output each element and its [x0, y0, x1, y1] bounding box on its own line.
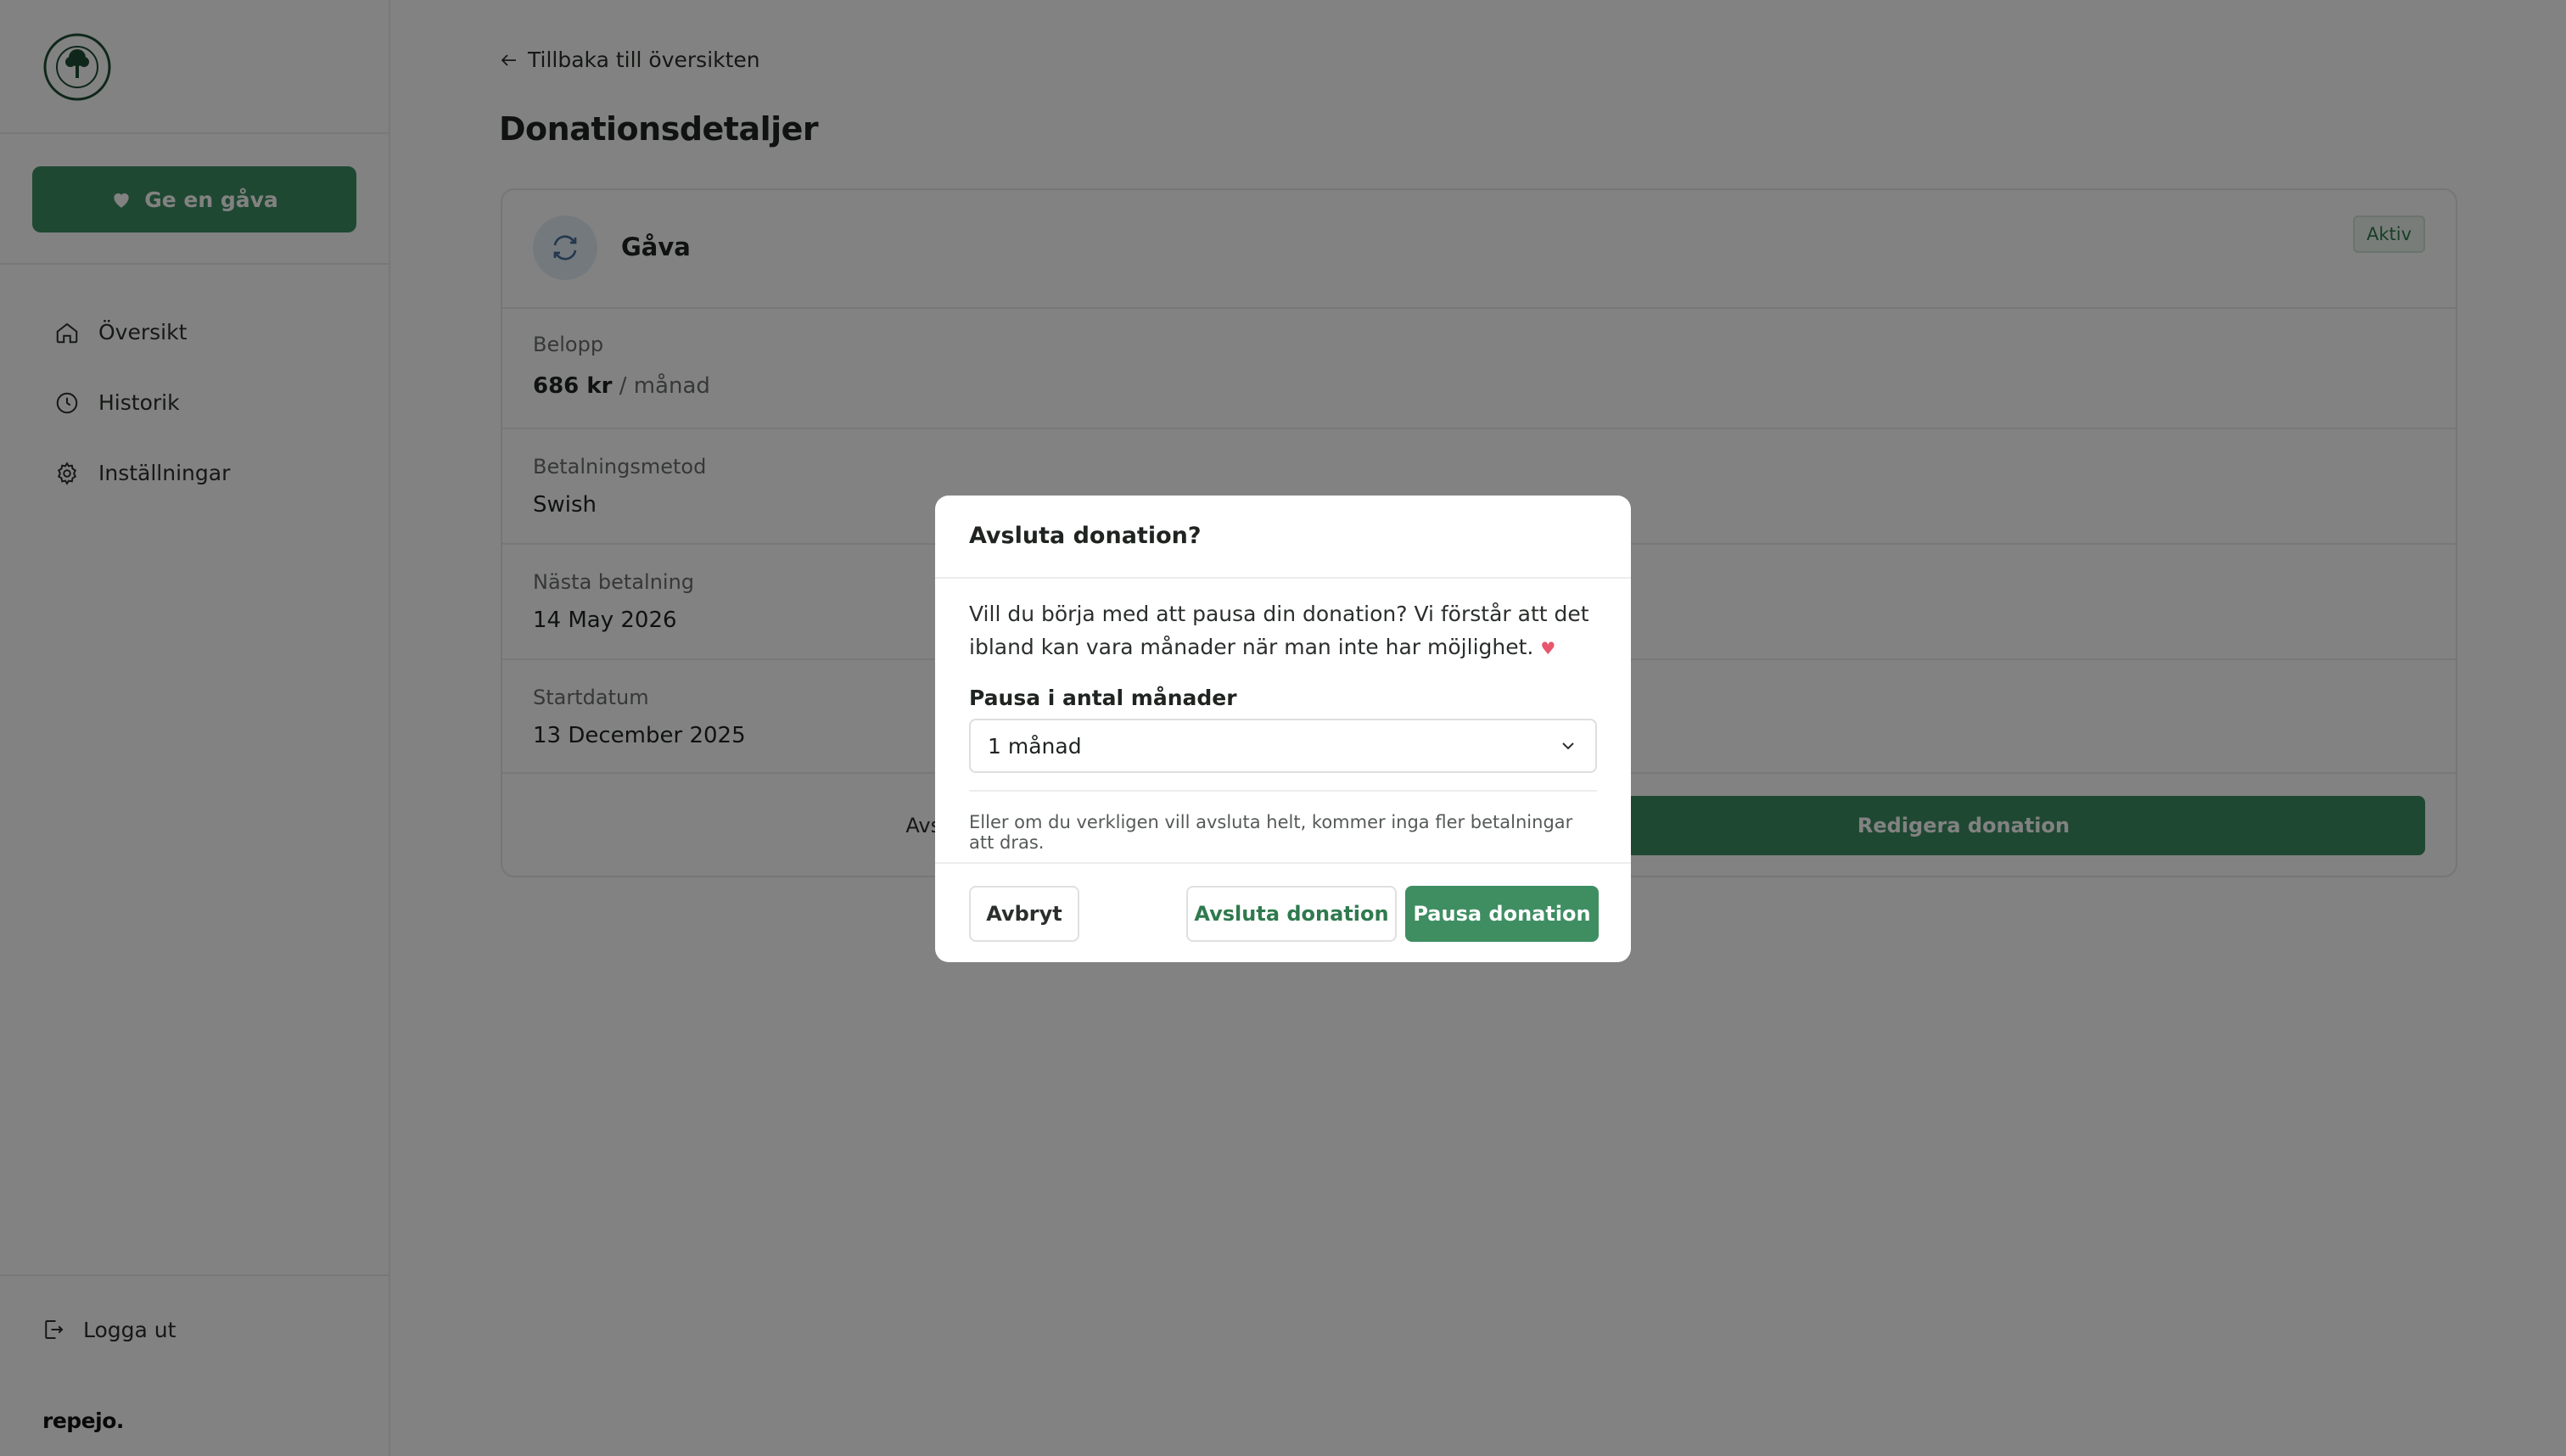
dialog-title: Avsluta donation? — [969, 523, 1202, 549]
pause-months-label: Pausa i antal månader — [969, 686, 1237, 710]
cancel-button[interactable]: Avbryt — [969, 886, 1079, 942]
chevron-down-icon — [1562, 742, 1574, 750]
confirm-end-donation-button[interactable]: Avsluta donation — [1186, 886, 1397, 942]
dialog-note: Eller om du verkligen vill avsluta helt,… — [969, 812, 1573, 853]
dialog-message-text: Vill du börja med att pausa din donation… — [969, 602, 1589, 659]
pause-months-value: 1 månad — [988, 733, 1082, 759]
pause-donation-button[interactable]: Pausa donation — [1405, 886, 1599, 942]
pause-months-select[interactable]: 1 månad — [969, 719, 1597, 773]
dialog-header: Avsluta donation? — [935, 496, 1631, 579]
heart-icon: ♥ — [1540, 638, 1556, 658]
end-donation-dialog: Avsluta donation? Vill du börja med att … — [935, 496, 1631, 962]
dialog-message: Vill du börja med att pausa din donation… — [969, 597, 1597, 665]
dialog-divider — [969, 790, 1597, 792]
dialog-footer: Avbryt Avsluta donation Pausa donation — [935, 862, 1631, 962]
dialog-body: Vill du börja med att pausa din donation… — [969, 597, 1597, 853]
